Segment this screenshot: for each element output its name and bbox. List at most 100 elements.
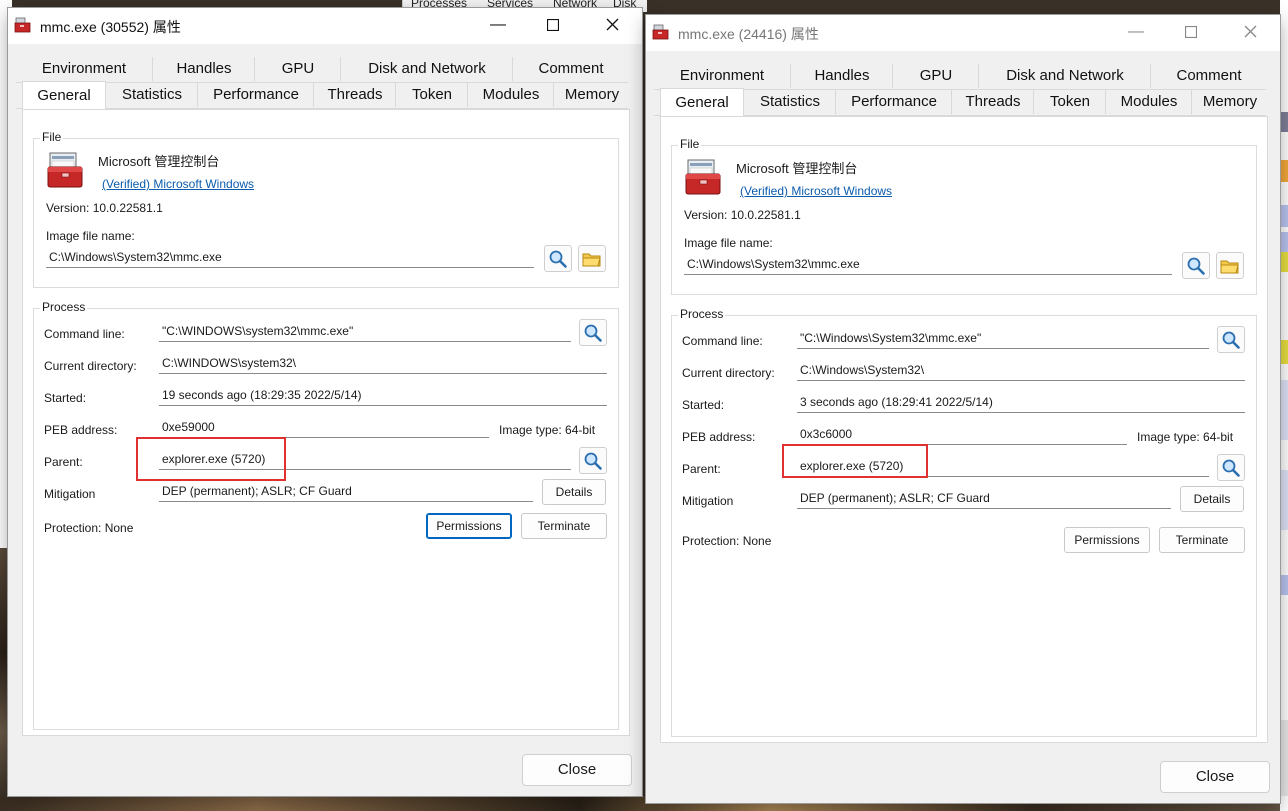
inspect-parent-button[interactable] [579, 447, 607, 474]
inspect-parent-button[interactable] [1217, 454, 1245, 481]
tab-performance[interactable]: Performance [835, 90, 952, 114]
process-group: Process Command line: "C:\Windows\System… [671, 307, 1257, 737]
file-group-label: File [40, 130, 64, 144]
tab-statistics[interactable]: Statistics [743, 90, 836, 114]
peb-address-label: PEB address: [44, 423, 118, 437]
details-button[interactable]: Details [542, 479, 606, 505]
close-icon [1244, 25, 1256, 38]
protection-label: Protection: None [682, 534, 772, 548]
tab-general[interactable]: General [660, 88, 744, 116]
verified-signer-link[interactable]: (Verified) Microsoft Windows [102, 177, 254, 191]
terminate-button[interactable]: Terminate [521, 513, 607, 539]
tab-row-back: Environment Handles GPU Disk and Network… [654, 64, 1267, 90]
tab-handles[interactable]: Handles [790, 64, 893, 88]
tab-disk-and-network[interactable]: Disk and Network [978, 64, 1151, 88]
parent-label: Parent: [44, 455, 83, 469]
close-button[interactable]: Close [522, 754, 632, 786]
image-type-label: Image type: 64-bit [1137, 430, 1234, 444]
inspect-file-button[interactable] [1182, 252, 1210, 279]
inspect-command-line-button[interactable] [1217, 326, 1245, 353]
inspect-file-button[interactable] [544, 245, 572, 272]
file-description: Microsoft 管理控制台 [736, 161, 858, 176]
current-directory-field[interactable]: C:\Windows\System32\ [797, 360, 1245, 381]
file-version: Version: 10.0.22581.1 [684, 208, 801, 222]
toolbox-icon [652, 24, 669, 40]
tab-comment[interactable]: Comment [1150, 64, 1267, 88]
image-file-name-label: Image file name: [46, 229, 135, 243]
close-button[interactable]: Close [1160, 761, 1270, 793]
general-panel: File Microsoft 管理控制台 (Verified) Microsof… [22, 109, 630, 736]
minimize-icon: — [1128, 23, 1144, 40]
verified-signer-link[interactable]: (Verified) Microsoft Windows [740, 184, 892, 198]
tab-gpu[interactable]: GPU [254, 57, 341, 81]
tab-handles[interactable]: Handles [152, 57, 255, 81]
title-bar[interactable]: mmc.exe (24416) 属性 — [646, 15, 1280, 51]
file-group-label: File [678, 137, 702, 151]
tab-performance[interactable]: Performance [197, 83, 314, 107]
magnifier-icon [584, 324, 602, 342]
tab-modules[interactable]: Modules [467, 83, 554, 107]
process-group-label: Process [40, 300, 88, 314]
tab-threads[interactable]: Threads [951, 90, 1034, 114]
details-button[interactable]: Details [1180, 486, 1244, 512]
tab-memory[interactable]: Memory [1191, 90, 1268, 114]
maximize-button[interactable] [529, 8, 577, 42]
open-file-location-button[interactable] [578, 245, 606, 272]
tab-statistics[interactable]: Statistics [105, 83, 198, 107]
minimize-icon: — [490, 16, 506, 33]
general-panel: File Microsoft 管理控制台 (Verified) Microsof… [660, 116, 1268, 743]
current-directory-field[interactable]: C:\WINDOWS\system32\ [159, 353, 607, 374]
started-field[interactable]: 19 seconds ago (18:29:35 2022/5/14) [159, 385, 607, 406]
close-window-button[interactable] [588, 8, 636, 42]
started-field[interactable]: 3 seconds ago (18:29:41 2022/5/14) [797, 392, 1245, 413]
maximize-button[interactable] [1167, 15, 1215, 49]
permissions-button[interactable]: Permissions [426, 513, 512, 539]
window-title: mmc.exe (30552) 属性 [40, 19, 181, 35]
protection-label: Protection: None [44, 521, 134, 535]
properties-dialog-left: mmc.exe (30552) 属性 — Environment Handles… [8, 8, 642, 796]
command-line-field[interactable]: "C:\WINDOWS\system32\mmc.exe" [159, 321, 571, 342]
current-directory-label: Current directory: [682, 366, 775, 380]
peb-address-field[interactable]: 0xe59000 [159, 417, 489, 438]
mitigation-field[interactable]: DEP (permanent); ASLR; CF Guard [797, 488, 1171, 509]
minimize-button[interactable]: — [1112, 15, 1160, 49]
folder-icon [1220, 260, 1239, 274]
terminate-button[interactable]: Terminate [1159, 527, 1245, 553]
minimize-button[interactable]: — [474, 8, 522, 42]
file-group: File Microsoft 管理控制台 (Verified) Microsof… [33, 130, 619, 288]
close-window-button[interactable] [1226, 15, 1274, 49]
peb-address-field[interactable]: 0x3c6000 [797, 424, 1127, 445]
image-file-path-field[interactable]: C:\Windows\System32\mmc.exe [684, 254, 1172, 275]
image-file-path-field[interactable]: C:\Windows\System32\mmc.exe [46, 247, 534, 268]
folder-icon [582, 253, 601, 267]
tab-modules[interactable]: Modules [1105, 90, 1192, 114]
tab-row-front: General Statistics Performance Threads T… [16, 81, 630, 109]
file-description: Microsoft 管理控制台 [98, 154, 220, 169]
mitigation-field[interactable]: DEP (permanent); ASLR; CF Guard [159, 481, 533, 502]
tab-token[interactable]: Token [1033, 90, 1106, 114]
inspect-command-line-button[interactable] [579, 319, 607, 346]
background-window-right [1280, 0, 1288, 811]
magnifier-icon [584, 452, 602, 470]
tab-general[interactable]: General [22, 81, 106, 109]
file-version: Version: 10.0.22581.1 [46, 201, 163, 215]
parent-label: Parent: [682, 462, 721, 476]
tab-row-front: General Statistics Performance Threads T… [654, 88, 1268, 116]
open-file-location-button[interactable] [1216, 252, 1244, 279]
tab-environment[interactable]: Environment [16, 57, 152, 81]
tab-threads[interactable]: Threads [313, 83, 396, 107]
command-line-field[interactable]: "C:\Windows\System32\mmc.exe" [797, 328, 1209, 349]
image-file-name-label: Image file name: [684, 236, 773, 250]
tab-memory[interactable]: Memory [553, 83, 630, 107]
tab-comment[interactable]: Comment [512, 57, 629, 81]
tab-gpu[interactable]: GPU [892, 64, 979, 88]
tab-disk-and-network[interactable]: Disk and Network [340, 57, 513, 81]
maximize-icon [546, 18, 560, 31]
tab-token[interactable]: Token [395, 83, 468, 107]
magnifier-icon [1187, 257, 1205, 275]
process-group-label: Process [678, 307, 726, 321]
peb-address-label: PEB address: [682, 430, 756, 444]
permissions-button[interactable]: Permissions [1064, 527, 1150, 553]
title-bar[interactable]: mmc.exe (30552) 属性 — [8, 8, 642, 44]
tab-environment[interactable]: Environment [654, 64, 790, 88]
